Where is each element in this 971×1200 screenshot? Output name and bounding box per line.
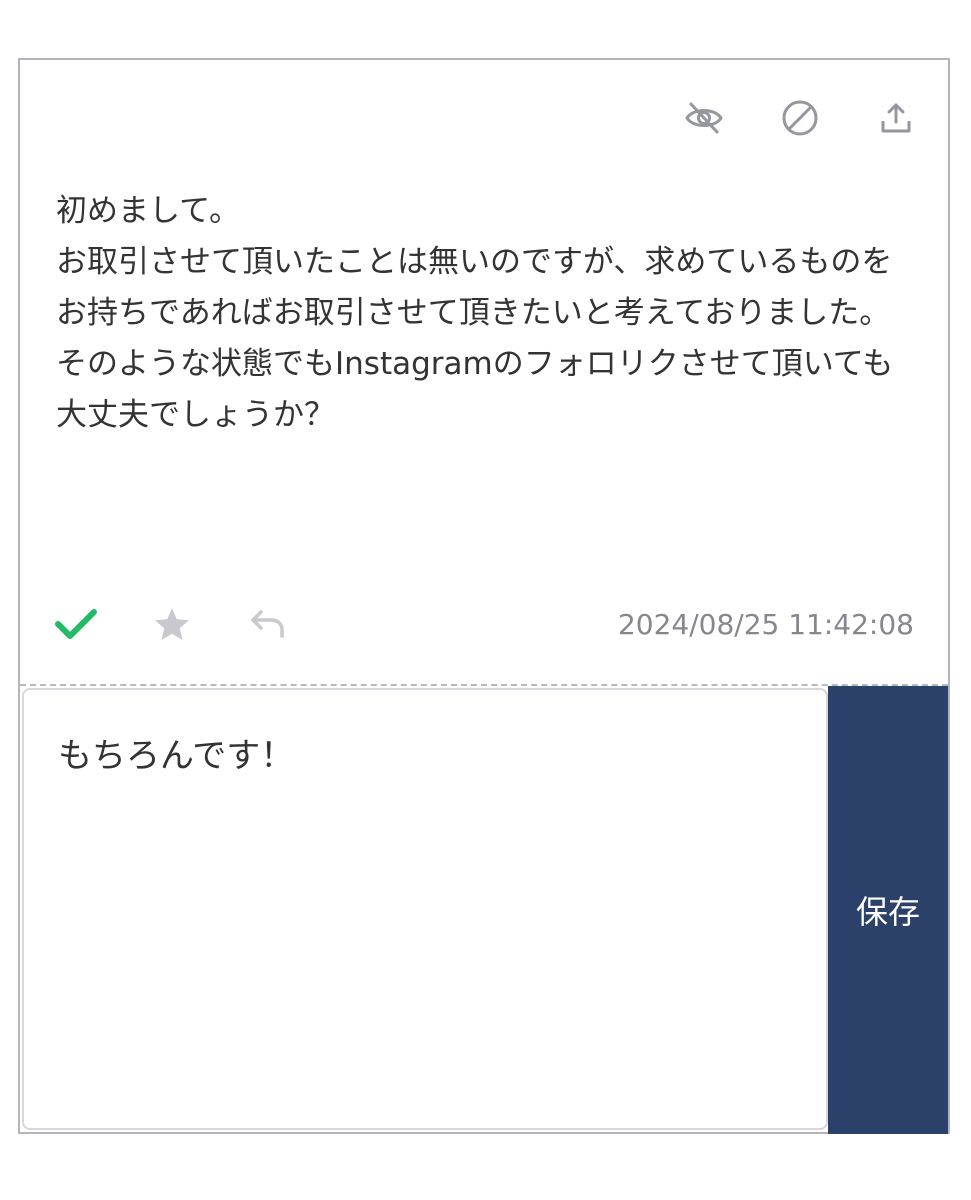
message-body: 初めまして。 お取引させて頂いたことは無いのですが、求めているものをお持ちであれ… bbox=[56, 193, 894, 433]
reply-button[interactable] bbox=[246, 602, 290, 646]
message-timestamp: 2024/08/25 11:42:08 bbox=[617, 608, 914, 641]
star-icon bbox=[155, 608, 189, 640]
mark-done-button[interactable] bbox=[54, 602, 98, 646]
bottom-action-bar bbox=[54, 602, 290, 646]
ban-icon bbox=[782, 100, 818, 136]
check-icon bbox=[55, 609, 97, 639]
message-card: 初めまして。 お取引させて頂いたことは無いのですが、求めているものをお持ちであれ… bbox=[18, 58, 950, 1134]
save-button[interactable]: 保存 bbox=[828, 686, 948, 1134]
top-action-bar bbox=[682, 96, 918, 140]
upload-icon bbox=[881, 103, 911, 133]
favorite-button[interactable] bbox=[150, 602, 194, 646]
share-button[interactable] bbox=[874, 96, 918, 140]
reply-icon bbox=[251, 610, 284, 638]
section-divider bbox=[20, 684, 948, 686]
eye-slash-icon bbox=[685, 102, 723, 134]
hide-button[interactable] bbox=[682, 96, 726, 140]
block-button[interactable] bbox=[778, 96, 822, 140]
reply-textarea[interactable]: もちろんです！ bbox=[22, 688, 828, 1130]
